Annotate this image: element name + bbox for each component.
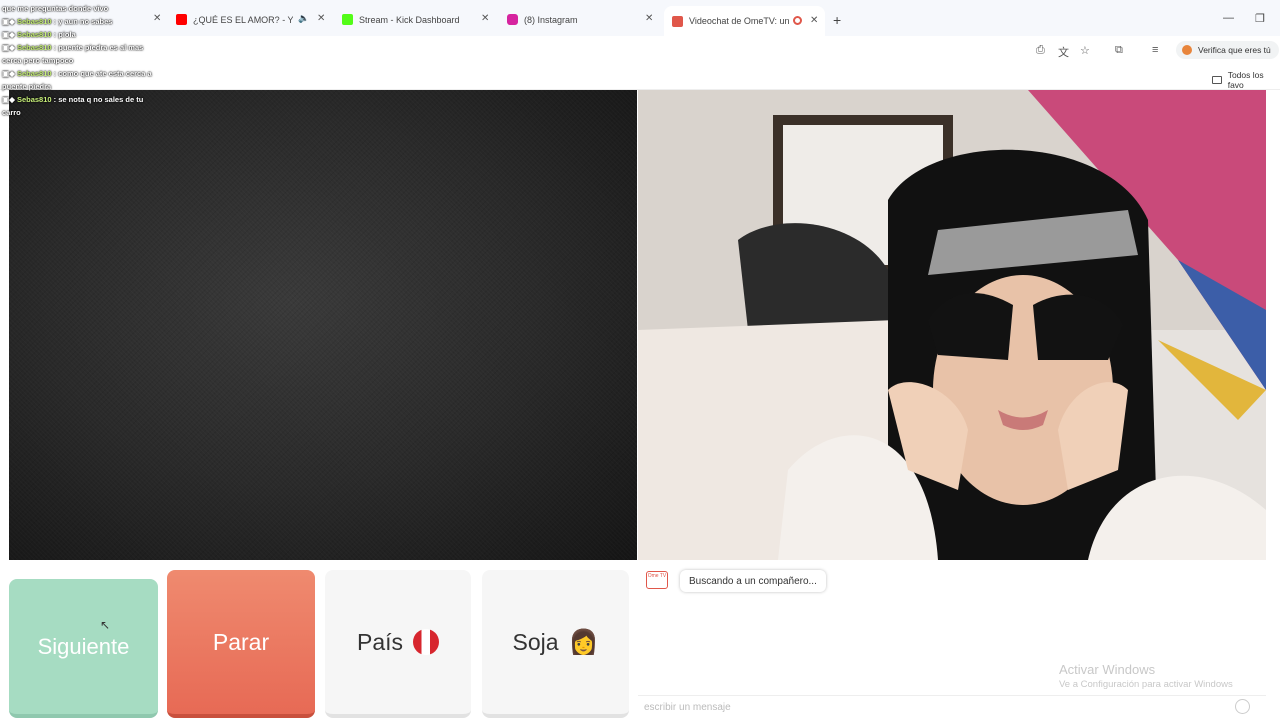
status-bubble: Buscando a un compañero... xyxy=(680,570,826,592)
maximize-icon[interactable]: ❐ xyxy=(1255,12,1265,25)
next-button[interactable]: Siguiente xyxy=(9,579,158,718)
gender-button[interactable]: Soja 👩 xyxy=(482,570,629,718)
ometv-logo-icon: Ome TV xyxy=(646,571,668,589)
tab-youtube[interactable]: ¿QUÉ ES EL AMOR? - YouT… 🔈 ✕ xyxy=(176,9,331,30)
emoji-picker-icon[interactable] xyxy=(1235,699,1250,714)
tab-instagram[interactable]: (8) Instagram ✕ xyxy=(507,9,657,30)
tab-title: Stream - Kick Dashboard xyxy=(359,14,460,25)
chat-text: : piola xyxy=(53,30,76,39)
chat-message: ▣◆ Sebas810 : como que ate esta cerca a … xyxy=(2,69,152,91)
country-button[interactable]: País xyxy=(325,570,471,718)
chat-user: Sebas810 xyxy=(16,17,52,26)
close-tab-icon[interactable]: ✕ xyxy=(810,15,818,26)
instagram-icon xyxy=(507,14,518,25)
install-app-icon[interactable]: ⎙ xyxy=(1036,44,1045,57)
translate-icon[interactable]: 文 xyxy=(1058,44,1069,60)
profile-icon xyxy=(1182,45,1192,55)
browser-toolbar: ⎙ 文 ☆ ⧉ ≡ xyxy=(0,36,1280,66)
bookmarks-bar xyxy=(0,66,1280,90)
close-tab-icon[interactable]: ✕ xyxy=(645,13,653,24)
message-bar xyxy=(638,695,1266,717)
minimize-icon[interactable]: — xyxy=(1223,12,1234,24)
chat-message: ▣◆ Sebas810 : y aun no sabes xyxy=(2,17,113,26)
video-noise xyxy=(9,90,637,560)
speaker-icon[interactable]: 🔈 xyxy=(298,13,309,24)
stream-chat-overlay: que me preguntas donde vivo ▣◆ Sebas810 … xyxy=(2,2,162,119)
kick-icon xyxy=(342,14,353,25)
chat-user: Sebas810 xyxy=(16,95,52,104)
extensions-icon[interactable]: ⧉ xyxy=(1115,44,1123,57)
new-tab-icon[interactable]: + xyxy=(833,12,841,28)
recording-icon xyxy=(793,16,802,25)
ometv-icon xyxy=(672,15,683,27)
tab-kick[interactable]: Stream - Kick Dashboard ✕ xyxy=(342,9,497,30)
close-tab-icon[interactable]: ✕ xyxy=(481,13,489,24)
chat-text: : y aun no sabes xyxy=(53,17,113,26)
tab-title: (8) Instagram xyxy=(524,14,578,25)
tab-title: ¿QUÉ ES EL AMOR? - YouT… xyxy=(193,14,293,25)
chat-text: que me preguntas donde vivo xyxy=(2,4,109,13)
youtube-icon xyxy=(176,14,187,25)
chat-user: Sebas810 xyxy=(16,30,52,39)
windows-watermark-title: Activar Windows xyxy=(1059,662,1156,677)
chat-user: Sebas810 xyxy=(16,69,52,78)
verify-label: Verifica que eres tú xyxy=(1198,45,1271,55)
stop-button[interactable]: Parar xyxy=(167,570,315,718)
folder-icon xyxy=(1212,76,1222,84)
chat-user: Sebas810 xyxy=(16,43,52,52)
message-input[interactable] xyxy=(644,700,1204,714)
chat-message: ▣◆ Sebas810 : se nota q no sales de tu c… xyxy=(2,95,144,117)
chat-message: que me preguntas donde vivo xyxy=(2,2,162,15)
chat-message: ▣◆ Sebas810 : piola xyxy=(2,30,76,39)
tab-title: Videochat de OmeTV: una… xyxy=(689,16,789,26)
chat-message: ▣◆ Sebas810 : puente piedra es al mas ce… xyxy=(2,43,144,65)
woman-emoji-icon: 👩 xyxy=(568,628,599,656)
folder-label: Todos los favo xyxy=(1227,70,1264,90)
partner-video xyxy=(638,90,1266,560)
peru-flag-icon xyxy=(413,629,440,655)
logo-text: Ome TV xyxy=(647,573,667,579)
next-label: Siguiente xyxy=(37,633,130,659)
bookmark-star-icon[interactable]: ☆ xyxy=(1080,44,1090,57)
close-tab-icon[interactable]: ✕ xyxy=(317,13,325,24)
mouse-cursor-icon: ↖ xyxy=(100,618,111,632)
stop-label: Parar xyxy=(212,628,270,655)
windows-watermark-subtitle: Ve a Configuración para activar Windows xyxy=(1059,679,1233,690)
browser-tab-strip: ✕ ¿QUÉ ES EL AMOR? - YouT… 🔈 ✕ Stream - … xyxy=(0,0,1280,36)
reading-list-icon[interactable]: ≡ xyxy=(1152,44,1158,56)
all-favorites-folder[interactable]: Todos los favo xyxy=(1212,70,1280,90)
own-camera-video xyxy=(9,90,637,560)
gender-label: Soja xyxy=(512,628,559,655)
tab-ometv[interactable]: Videochat de OmeTV: una… ✕ xyxy=(664,6,825,36)
status-text: Buscando a un compañero... xyxy=(689,575,817,587)
country-label: País xyxy=(356,628,404,655)
partner-video-frame xyxy=(638,90,1266,560)
verify-identity-chip[interactable]: Verifica que eres tú xyxy=(1176,41,1279,59)
